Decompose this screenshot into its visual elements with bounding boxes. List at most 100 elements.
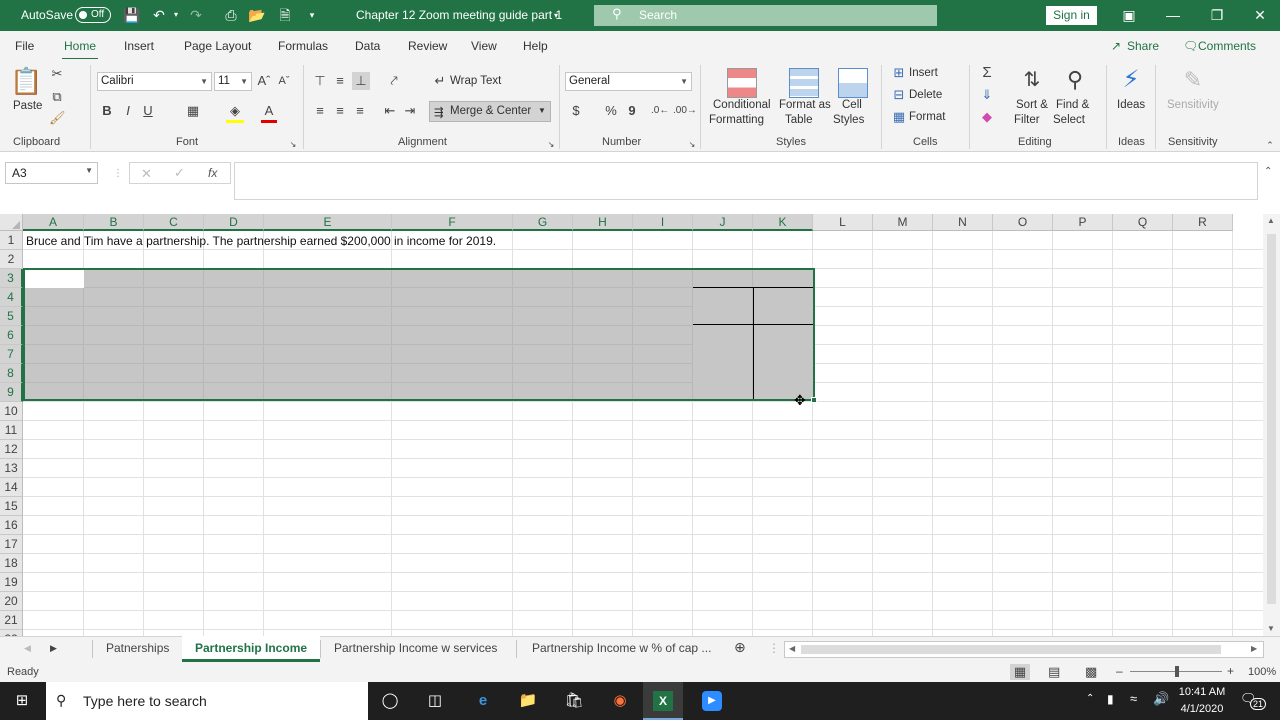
next-sheet-icon[interactable]: ▶ bbox=[50, 643, 57, 654]
wrap-text-icon[interactable]: ↵ bbox=[432, 72, 448, 90]
scroll-thumb[interactable] bbox=[801, 645, 1221, 654]
row-header-6[interactable]: 6 bbox=[0, 326, 23, 345]
increase-indent-icon[interactable]: ⇥ bbox=[401, 102, 419, 120]
bold-button[interactable]: B bbox=[100, 102, 114, 120]
italic-button[interactable]: I bbox=[121, 102, 135, 120]
wrap-text-label[interactable]: Wrap Text bbox=[450, 75, 501, 87]
align-center-icon[interactable]: ≡ bbox=[332, 102, 348, 120]
find-select-icon[interactable]: ⚲ bbox=[1060, 65, 1090, 95]
row-header-18[interactable]: 18 bbox=[0, 554, 23, 573]
column-header-l[interactable]: L bbox=[813, 214, 873, 231]
row-header-13[interactable]: 13 bbox=[0, 459, 23, 478]
windows-start-icon[interactable]: ⊞ bbox=[12, 691, 32, 711]
column-header-e[interactable]: E bbox=[264, 214, 392, 231]
fill-handle[interactable] bbox=[811, 397, 817, 403]
vertical-scrollbar[interactable]: ▲ ▼ bbox=[1263, 214, 1280, 636]
merge-center-button[interactable]: ⇶ Merge & Center ▼ bbox=[429, 101, 551, 122]
autosum-icon[interactable]: Σ bbox=[978, 64, 996, 82]
maximize-icon[interactable]: ❐ bbox=[1195, 0, 1239, 31]
zoom-in-icon[interactable]: + bbox=[1227, 664, 1234, 678]
format-painter-icon[interactable]: 🖌 bbox=[49, 109, 66, 127]
currency-button[interactable]: $ bbox=[569, 102, 583, 120]
row-header-2[interactable]: 2 bbox=[0, 250, 23, 269]
row-header-19[interactable]: 19 bbox=[0, 573, 23, 592]
delete-label[interactable]: Delete bbox=[909, 89, 942, 101]
row-header-9[interactable]: 9 bbox=[0, 383, 23, 402]
column-header-d[interactable]: D bbox=[204, 214, 264, 231]
delete-cells-icon[interactable]: ⊟ bbox=[891, 86, 907, 104]
save-icon[interactable]: 💾 bbox=[123, 6, 141, 24]
zoom-app-icon[interactable]: ▶ bbox=[702, 691, 722, 711]
row-header-14[interactable]: 14 bbox=[0, 478, 23, 497]
format-cells-icon[interactable]: ▦ bbox=[891, 108, 907, 126]
column-header-h[interactable]: H bbox=[573, 214, 633, 231]
cortana-icon[interactable]: ◯ bbox=[380, 691, 400, 711]
align-bottom-icon[interactable]: ⊥ bbox=[352, 72, 370, 90]
row-header-3[interactable]: 3 bbox=[0, 269, 23, 288]
excel-taskbar-button[interactable]: X bbox=[643, 682, 683, 720]
percent-button[interactable]: % bbox=[603, 102, 619, 120]
close-icon[interactable]: ✕ bbox=[1238, 0, 1280, 31]
row-header-8[interactable]: 8 bbox=[0, 364, 23, 383]
print-preview-icon[interactable]: ⎙ bbox=[222, 6, 240, 24]
row-header-12[interactable]: 12 bbox=[0, 440, 23, 459]
taskbar-date[interactable]: 4/1/2020 bbox=[1177, 703, 1227, 715]
ideas-icon[interactable]: ⚡ bbox=[1116, 65, 1146, 95]
column-header-n[interactable]: N bbox=[933, 214, 993, 231]
column-header-p[interactable]: P bbox=[1053, 214, 1113, 231]
column-header-m[interactable]: M bbox=[873, 214, 933, 231]
show-hidden-icons-icon[interactable]: ⌃ bbox=[1086, 693, 1094, 704]
ribbon-display-icon[interactable]: ▣ bbox=[1107, 0, 1151, 31]
row-header-1[interactable]: 1 bbox=[0, 231, 23, 250]
tab-file[interactable]: File bbox=[15, 39, 34, 53]
increase-decimal-icon[interactable]: .0← bbox=[651, 102, 669, 120]
fill-color-icon[interactable]: ◈ bbox=[226, 102, 244, 123]
row-header-21[interactable]: 21 bbox=[0, 611, 23, 630]
font-size-combo[interactable]: 11 ▼ bbox=[214, 72, 252, 91]
font-name-combo[interactable]: Calibri ▼ bbox=[97, 72, 212, 91]
page-break-view-icon[interactable]: ▩ bbox=[1085, 664, 1097, 680]
normal-view-icon[interactable]: ▦ bbox=[1010, 664, 1030, 680]
conditional-formatting-label[interactable]: Conditional bbox=[713, 99, 771, 111]
undo-dropdown-icon[interactable]: ▾ bbox=[167, 6, 185, 24]
cell-styles-icon[interactable] bbox=[838, 68, 868, 98]
paste-label[interactable]: Paste bbox=[13, 100, 42, 112]
worksheet-grid[interactable]: ABCDEFGHIJKLMNOPQR 1 2 3 4 5 6 7 8 9 10 11 12 13 14 15… bbox=[0, 214, 1280, 636]
copy-icon[interactable]: ⧉ bbox=[49, 88, 65, 106]
sheet-tab-partnership-income-cap[interactable]: Partnership Income w % of cap ... bbox=[532, 641, 711, 655]
cell-a1[interactable]: Bruce and Tim have a partnership. The pa… bbox=[26, 234, 496, 248]
format-label[interactable]: Format bbox=[909, 111, 945, 123]
underline-button[interactable]: U bbox=[141, 102, 155, 120]
borders-icon[interactable]: ▦ bbox=[184, 102, 202, 120]
tab-home[interactable]: Home bbox=[61, 39, 99, 61]
cut-icon[interactable]: ✂ bbox=[49, 65, 65, 83]
column-header-j[interactable]: J bbox=[693, 214, 753, 231]
cell-styles-label2[interactable]: Styles bbox=[833, 114, 864, 126]
scroll-left-icon[interactable]: ◀ bbox=[789, 644, 795, 653]
zoom-out-icon[interactable]: – bbox=[1116, 664, 1123, 678]
sheet-tab-patnerships[interactable]: Patnerships bbox=[106, 641, 169, 655]
page-layout-view-icon[interactable]: ▤ bbox=[1048, 664, 1060, 680]
fill-icon[interactable]: ⇓ bbox=[978, 86, 996, 104]
minimize-icon[interactable]: — bbox=[1151, 0, 1195, 31]
share-button[interactable]: Share bbox=[1127, 39, 1159, 53]
share-icon[interactable]: ↗ bbox=[1111, 39, 1121, 53]
tab-view[interactable]: View bbox=[471, 39, 497, 53]
row-header-4[interactable]: 4 bbox=[0, 288, 23, 307]
zoom-slider-thumb[interactable] bbox=[1175, 666, 1179, 677]
row-header-10[interactable]: 10 bbox=[0, 402, 23, 421]
increase-font-icon[interactable]: Aˆ bbox=[255, 72, 273, 90]
clear-icon[interactable]: ◆ bbox=[978, 108, 996, 126]
tab-page-layout[interactable]: Page Layout bbox=[184, 39, 251, 53]
align-right-icon[interactable]: ≡ bbox=[352, 102, 368, 120]
tab-data[interactable]: Data bbox=[355, 39, 380, 53]
scroll-right-icon[interactable]: ▶ bbox=[1251, 644, 1257, 653]
file-explorer-icon[interactable]: 📁 bbox=[518, 691, 538, 711]
taskbar-search-box[interactable]: ⚲ Type here to search bbox=[46, 682, 368, 720]
row-header-16[interactable]: 16 bbox=[0, 516, 23, 535]
firefox-icon[interactable]: ◉ bbox=[610, 691, 630, 711]
column-header-c[interactable]: C bbox=[144, 214, 204, 231]
row-header-15[interactable]: 15 bbox=[0, 497, 23, 516]
comma-button[interactable]: 9 bbox=[625, 102, 639, 120]
battery-icon[interactable]: ▮ bbox=[1107, 692, 1114, 706]
